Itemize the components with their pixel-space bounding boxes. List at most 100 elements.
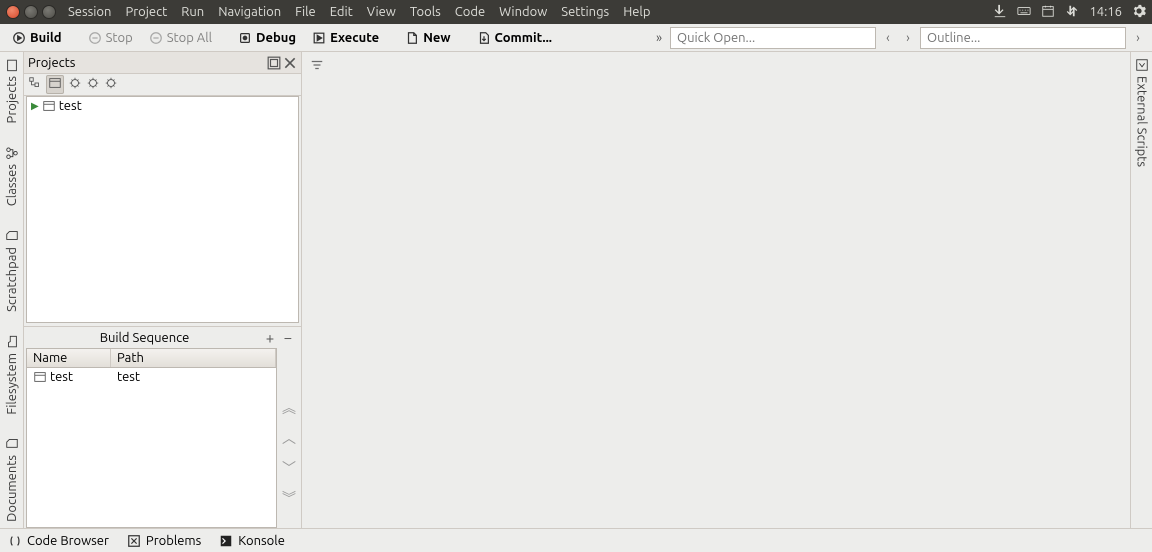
projects-panel: Projects ▶ test Build Sequence + − (24, 52, 302, 528)
menu-run[interactable]: Run (181, 5, 204, 19)
build-button-label: Build (30, 31, 62, 45)
left-tool-strip: Projects Classes Scratchpad Filesystem D… (0, 52, 24, 528)
outline-overflow-icon[interactable]: › (1130, 31, 1146, 45)
window-maximize-button[interactable] (42, 5, 56, 19)
expand-icon[interactable]: ▶ (31, 100, 39, 112)
execute-button[interactable]: Execute (306, 29, 385, 47)
col-name-header[interactable]: Name (27, 349, 111, 367)
tree-item-test[interactable]: ▶ test (27, 97, 298, 115)
bottom-tab-konsole-label: Konsole (238, 534, 285, 548)
sidebar-tab-scratchpad-label: Scratchpad (5, 247, 19, 312)
view-tree-icon[interactable] (28, 76, 42, 93)
bottom-tab-konsole[interactable]: Konsole (219, 534, 285, 548)
sidebar-tab-projects[interactable]: Projects (3, 52, 21, 129)
app-menubar: Session Project Run Navigation File Edit… (68, 5, 650, 19)
projects-panel-toolbar (24, 74, 301, 96)
build-sequence-header: Build Sequence + − (24, 326, 301, 348)
build-sequence-reorder: ︽ ︿ ﹀ ︾ (277, 348, 301, 528)
window-minimize-button[interactable] (24, 5, 38, 19)
menu-navigation[interactable]: Navigation (218, 5, 281, 19)
execute-button-label: Execute (330, 31, 379, 45)
stop-button[interactable]: Stop (82, 29, 139, 47)
panel-close-icon[interactable] (283, 56, 297, 70)
build-sequence-add-button[interactable]: + (261, 329, 279, 346)
outline-input[interactable] (920, 27, 1126, 49)
tray-keyboard-icon[interactable] (1017, 4, 1031, 21)
editor-area (302, 52, 1130, 528)
menu-file[interactable]: File (295, 5, 316, 19)
menu-tools[interactable]: Tools (410, 5, 441, 19)
menu-view[interactable]: View (367, 5, 396, 19)
gear-icon-2[interactable] (86, 76, 100, 93)
projects-tree[interactable]: ▶ test (26, 96, 299, 323)
build-button[interactable]: Build (6, 29, 68, 47)
stop-button-label: Stop (106, 31, 133, 45)
tree-item-label: test (59, 99, 82, 113)
panel-undock-icon[interactable] (267, 56, 281, 70)
bottom-tab-code-browser[interactable]: Code Browser (8, 534, 109, 548)
main-toolbar: Build Stop Stop All Debug Execute New Co… (0, 24, 1152, 52)
window-close-button[interactable] (6, 5, 20, 19)
bottom-tab-code-browser-label: Code Browser (27, 534, 109, 548)
gear-icon-1[interactable] (68, 76, 82, 93)
tray-clock[interactable]: 14:16 (1089, 5, 1122, 19)
projects-panel-header: Projects (24, 52, 301, 74)
menu-settings[interactable]: Settings (561, 5, 609, 19)
build-sequence-table[interactable]: Name Path test test (26, 348, 277, 528)
debug-button-label: Debug (256, 31, 296, 45)
sidebar-tab-filesystem[interactable]: Filesystem (3, 329, 21, 421)
tray-download-icon[interactable] (993, 4, 1007, 21)
build-sequence-remove-button[interactable]: − (279, 329, 297, 346)
stop-all-button-label: Stop All (167, 31, 212, 45)
quick-open-input[interactable] (670, 27, 876, 49)
stop-all-button[interactable]: Stop All (143, 29, 218, 47)
build-sequence-table-header: Name Path (27, 349, 276, 368)
bottom-tab-problems-label: Problems (146, 534, 201, 548)
new-button-label: New (423, 31, 450, 45)
menu-help[interactable]: Help (623, 5, 650, 19)
sidebar-tab-external-scripts-label: External Scripts (1135, 76, 1149, 167)
gear-icon-3[interactable] (104, 76, 118, 93)
system-tray: 14:16 (993, 4, 1146, 21)
move-top-button[interactable]: ︽ (282, 398, 296, 418)
nav-back-button[interactable]: ‹ (880, 31, 896, 45)
sidebar-tab-projects-label: Projects (5, 76, 19, 123)
sidebar-tab-scratchpad[interactable]: Scratchpad (3, 223, 21, 318)
tray-network-icon[interactable] (1065, 4, 1079, 21)
menu-session[interactable]: Session (68, 5, 111, 19)
bottom-toolbar: Code Browser Problems Konsole (0, 528, 1152, 552)
sidebar-tab-external-scripts[interactable]: External Scripts (1133, 52, 1151, 173)
project-icon (42, 99, 56, 113)
move-down-button[interactable]: ﹀ (282, 458, 296, 478)
window-buttons (6, 5, 56, 19)
menu-project[interactable]: Project (125, 5, 167, 19)
sidebar-tab-classes-label: Classes (5, 164, 19, 206)
build-sequence-body: Name Path test test ︽ ︿ ﹀ ︾ (24, 348, 301, 528)
menu-edit[interactable]: Edit (330, 5, 353, 19)
commit-button[interactable]: Commit... (471, 29, 558, 47)
sidebar-tab-classes[interactable]: Classes (3, 140, 21, 212)
view-list-icon[interactable] (46, 75, 64, 94)
main-area: Projects Classes Scratchpad Filesystem D… (0, 52, 1152, 528)
row-name: test (50, 370, 73, 384)
menu-code[interactable]: Code (455, 5, 485, 19)
right-tool-strip: External Scripts (1130, 52, 1152, 528)
toolbar-overflow-icon[interactable]: » (652, 31, 666, 45)
move-bottom-button[interactable]: ︾ (282, 488, 296, 508)
tray-gear-icon[interactable] (1132, 4, 1146, 21)
build-sequence-title: Build Sequence (28, 331, 261, 345)
new-button[interactable]: New (399, 29, 456, 47)
filter-icon[interactable] (310, 58, 324, 75)
nav-forward-button[interactable]: › (900, 31, 916, 45)
menu-window[interactable]: Window (499, 5, 547, 19)
col-path-header[interactable]: Path (111, 349, 276, 367)
row-path: test (111, 368, 276, 386)
os-titlebar: Session Project Run Navigation File Edit… (0, 0, 1152, 24)
move-up-button[interactable]: ︿ (282, 428, 296, 448)
debug-button[interactable]: Debug (232, 29, 302, 47)
table-row[interactable]: test test (27, 368, 276, 386)
tray-calendar-icon[interactable] (1041, 4, 1055, 21)
sidebar-tab-documents[interactable]: Documents (3, 431, 21, 528)
bottom-tab-problems[interactable]: Problems (127, 534, 201, 548)
sidebar-tab-documents-label: Documents (5, 455, 19, 522)
